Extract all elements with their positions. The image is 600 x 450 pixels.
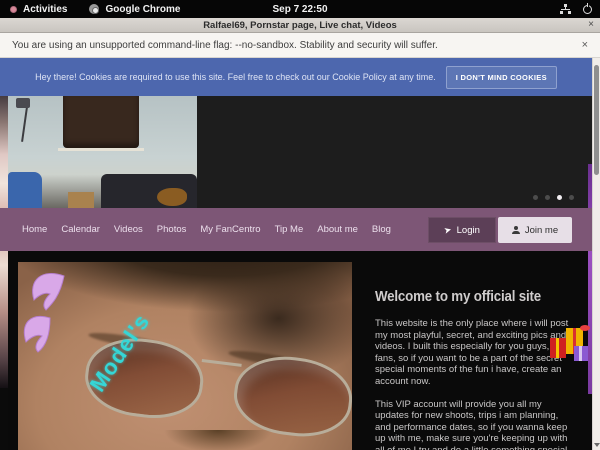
sunglasses-lens — [230, 351, 352, 443]
nav-item-photos[interactable]: Photos — [157, 224, 187, 235]
network-icon[interactable] — [560, 4, 571, 14]
nav-item-fancentro[interactable]: My FanCentro — [200, 224, 260, 235]
blanket-decor — [157, 188, 187, 206]
table-decor — [68, 192, 94, 208]
join-me-button[interactable]: Join me — [498, 217, 572, 243]
site-nav: Home Calendar Videos Photos My FanCentro… — [0, 208, 600, 251]
mustache-decor — [158, 430, 278, 450]
window-close-button[interactable]: × — [588, 19, 594, 30]
send-icon: ➤ — [443, 224, 453, 236]
nav-item-aboutme[interactable]: About me — [317, 224, 358, 235]
cookie-accept-button[interactable]: I DON'T MIND COOKIES — [446, 66, 557, 89]
nav-item-tipme[interactable]: Tip Me — [275, 224, 304, 235]
window-titlebar: Ralfael69, Pornstar page, Live chat, Vid… — [0, 18, 600, 33]
clock[interactable]: Sep 7 22:50 — [0, 4, 600, 15]
window-title: Ralfael69, Pornstar page, Live chat, Vid… — [203, 20, 397, 31]
hero-carousel — [8, 96, 592, 208]
cookie-banner: Hey there! Cookies are required to use t… — [0, 58, 592, 96]
welcome-heading: Welcome to my official site — [375, 289, 555, 305]
gift-icon — [574, 346, 588, 361]
cookie-message: Hey there! Cookies are required to use t… — [35, 72, 436, 82]
login-label: Login — [457, 225, 480, 236]
flag-warning-close-icon[interactable]: × — [582, 39, 588, 51]
page-scrollbar[interactable] — [592, 58, 600, 450]
flag-warning-text: You are using an unsupported command-lin… — [0, 40, 438, 51]
scrollbar-down-arrow[interactable] — [594, 443, 600, 447]
nav-item-calendar[interactable]: Calendar — [61, 224, 100, 235]
blue-object-decor — [8, 172, 42, 208]
user-icon — [512, 226, 520, 234]
portrait-photo-placeholder: Azrael Model's — [18, 262, 352, 450]
carousel-dot[interactable] — [569, 195, 574, 200]
nav-item-videos[interactable]: Videos — [114, 224, 143, 235]
carousel-dot[interactable] — [533, 195, 538, 200]
gift-boxes-decor — [548, 326, 594, 366]
nav-item-blog[interactable]: Blog — [372, 224, 391, 235]
main-content: Azrael Model's Welcome to my official si… — [8, 251, 592, 450]
window-sill-decor — [58, 148, 144, 151]
hero-photo-placeholder — [8, 96, 197, 208]
welcome-section: Welcome to my official site This website… — [375, 289, 571, 450]
nav-item-home[interactable]: Home — [22, 224, 47, 235]
scrollbar-thumb[interactable] — [594, 65, 599, 175]
desktop-screen: Activities Google Chrome Sep 7 22:50 Ral… — [0, 0, 600, 450]
gift-icon — [550, 338, 566, 358]
gnome-top-bar: Activities Google Chrome Sep 7 22:50 — [0, 0, 600, 18]
welcome-paragraph-1: This website is the only place where i w… — [375, 318, 571, 388]
carousel-dot-active[interactable] — [557, 195, 562, 200]
curtain-decor — [63, 96, 139, 148]
carousel-dot[interactable] — [545, 195, 550, 200]
flag-warning-bar: You are using an unsupported command-lin… — [0, 33, 600, 58]
lamp-head-decor — [16, 98, 30, 108]
power-icon[interactable] — [583, 5, 592, 14]
join-label: Join me — [525, 225, 558, 236]
login-button[interactable]: ➤ Login — [428, 217, 496, 243]
welcome-paragraph-2: This VIP account will provide you all my… — [375, 399, 571, 450]
web-page: Hey there! Cookies are required to use t… — [0, 58, 600, 450]
sunglasses-bridge — [202, 356, 242, 367]
carousel-dots — [533, 195, 574, 200]
